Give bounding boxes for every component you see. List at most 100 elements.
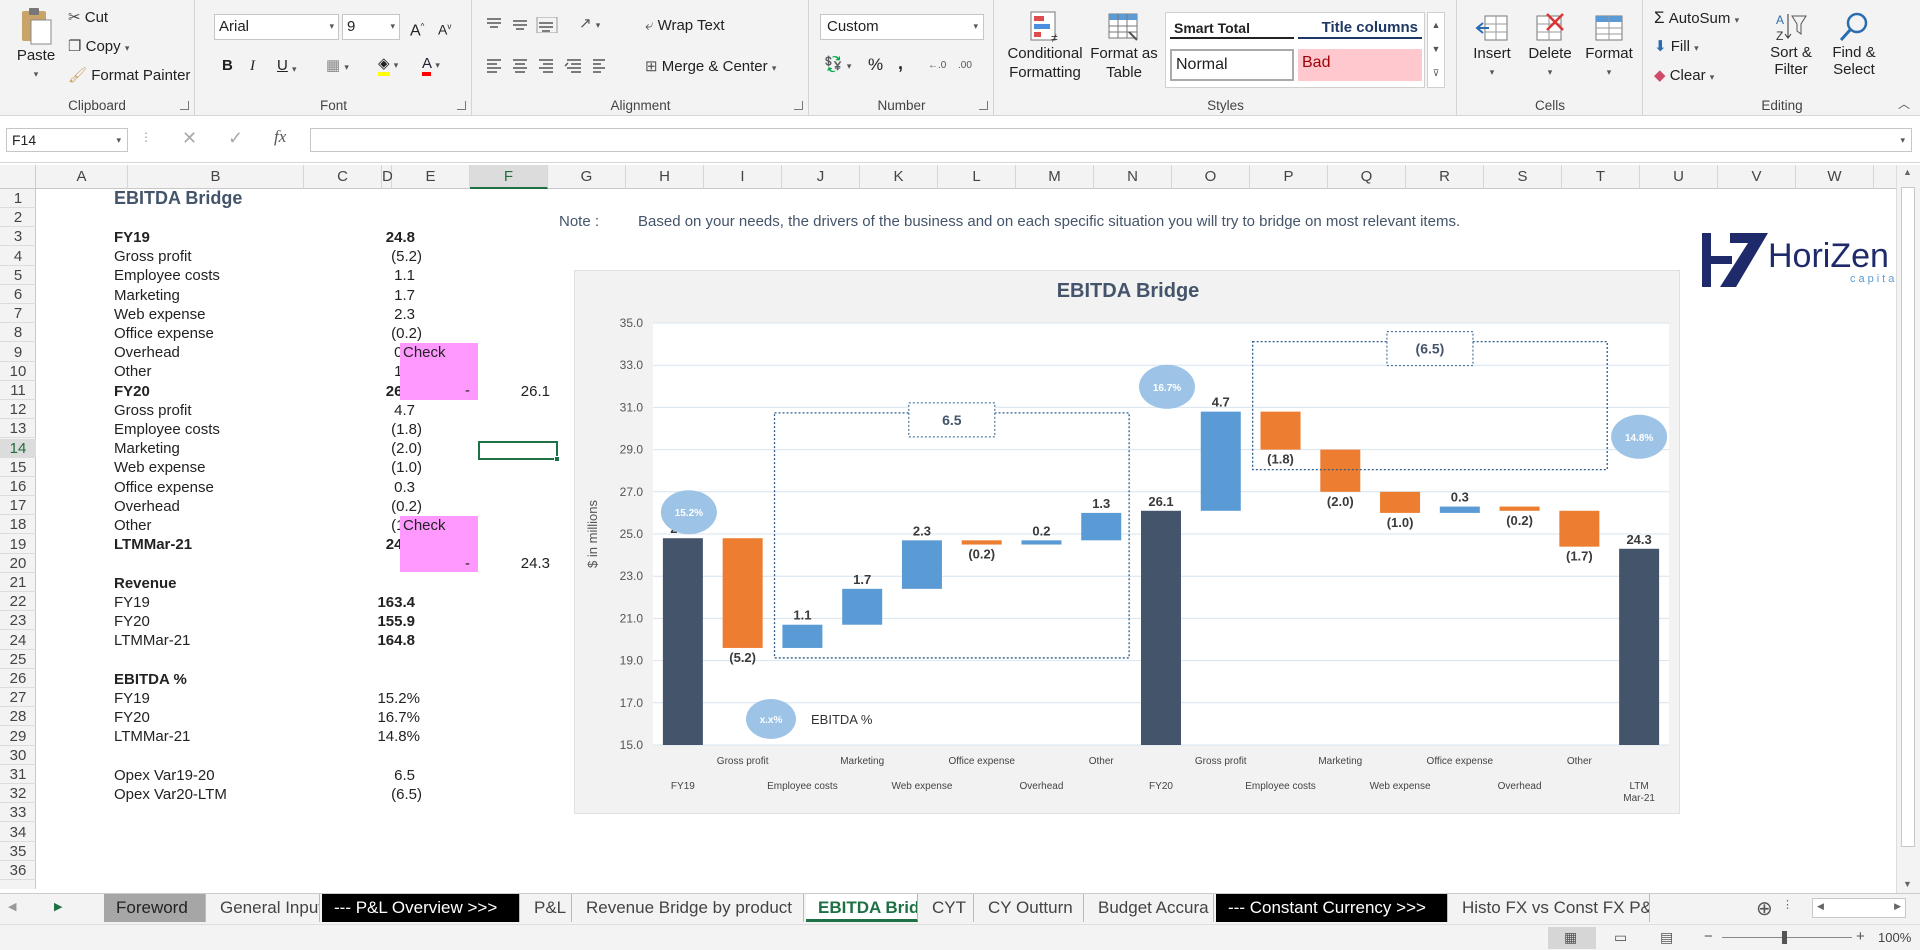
row-value[interactable]: 0.3	[336, 478, 415, 497]
row-label[interactable]: FY19	[114, 228, 150, 247]
row-label[interactable]: Employee costs	[114, 266, 220, 285]
row-header-34[interactable]: 34	[0, 823, 36, 842]
sheet-tab[interactable]: EBITDA Bridge	[806, 894, 918, 922]
row-header-27[interactable]: 27	[0, 688, 36, 708]
column-header-k[interactable]: K	[860, 165, 938, 189]
column-header-u[interactable]: U	[1640, 165, 1718, 189]
row-header-28[interactable]: 28	[0, 707, 36, 727]
find-select-button[interactable]: Find & Select	[1822, 10, 1886, 78]
row-header-12[interactable]: 12	[0, 400, 36, 420]
column-header-l[interactable]: L	[938, 165, 1016, 189]
row-value[interactable]: 15.2%	[336, 689, 420, 708]
sheet-tab[interactable]: Revenue Bridge by product	[574, 894, 804, 922]
vertical-scrollbar[interactable]: ▲ ▼	[1896, 165, 1920, 893]
scroll-up-icon[interactable]: ▲	[1903, 167, 1912, 177]
increase-font-button[interactable]: A^	[410, 18, 424, 40]
sheet-tab[interactable]: CY Outturn	[976, 894, 1084, 922]
format-as-table-button[interactable]: Format as Table	[1089, 10, 1159, 82]
fill-handle[interactable]	[554, 456, 560, 462]
row-label[interactable]: Opex Var20-LTM	[114, 785, 227, 804]
format-cells-button[interactable]: Format ▾	[1580, 10, 1638, 82]
sheet-tab[interactable]: --- Constant Currency >>>	[1216, 894, 1448, 922]
row-value[interactable]: 1.1	[336, 266, 415, 285]
row-header-8[interactable]: 8	[0, 323, 36, 343]
percent-button[interactable]: %	[868, 56, 883, 74]
row-header-16[interactable]: 16	[0, 477, 36, 496]
column-header-t[interactable]: T	[1562, 165, 1640, 189]
check-value[interactable]: 26.1	[478, 382, 550, 401]
column-header-o[interactable]: O	[1172, 165, 1250, 189]
row-value[interactable]: 24.8	[336, 228, 415, 247]
merge-center-button[interactable]: ⊞ Merge & Center ▾	[645, 58, 776, 77]
sheet-tab[interactable]: Foreword	[104, 894, 206, 922]
row-header-21[interactable]: 21	[0, 573, 36, 592]
zoom-slider-thumb[interactable]	[1782, 931, 1787, 944]
orientation-icon[interactable]: ↗ ▾	[579, 15, 600, 34]
row-header-23[interactable]: 23	[0, 611, 36, 631]
row-header-30[interactable]: 30	[0, 746, 36, 765]
row-value[interactable]: 164.8	[336, 631, 415, 650]
zoom-out-icon[interactable]: −	[1704, 928, 1713, 945]
column-header-e[interactable]: E	[392, 165, 470, 189]
number-format-select[interactable]: Custom ▾	[820, 14, 984, 40]
row-value[interactable]: 155.9	[336, 612, 415, 631]
row-label[interactable]: Overhead	[114, 343, 180, 362]
row-header-10[interactable]: 10	[0, 362, 36, 381]
check-cell[interactable]: Check -	[400, 343, 478, 400]
row-header-9[interactable]: 9	[0, 343, 36, 362]
row-header-20[interactable]: 20	[0, 554, 36, 573]
tab-scroll-left-icon[interactable]: ◀	[8, 900, 16, 913]
row-header-22[interactable]: 22	[0, 592, 36, 612]
row-value[interactable]: (0.2)	[336, 497, 422, 516]
column-header-h[interactable]: H	[626, 165, 704, 189]
dialog-launcher-icon[interactable]	[794, 101, 803, 110]
insert-button[interactable]: Insert ▾	[1464, 10, 1520, 82]
chevron-down-icon[interactable]: ▾	[292, 59, 297, 78]
row-header-1[interactable]: 1	[0, 189, 36, 208]
font-color-icon[interactable]: A ▾	[422, 55, 440, 76]
dialog-launcher-icon[interactable]	[457, 101, 466, 110]
tab-scroll-right-icon[interactable]: ▶	[54, 900, 62, 913]
check-cell[interactable]: Check -	[400, 515, 478, 573]
row-label[interactable]: Overhead	[114, 497, 180, 516]
horizontal-scrollbar[interactable]: ◀ ▶	[1812, 898, 1906, 918]
fill-button[interactable]: ⬇ Fill ▾	[1654, 38, 1699, 57]
styles-gallery-scroll[interactable]: ▲ ▼ ⊽	[1427, 12, 1445, 88]
decrease-font-button[interactable]: Av	[438, 18, 451, 39]
row-header-24[interactable]: 24	[0, 631, 36, 650]
column-header-g[interactable]: G	[548, 165, 626, 189]
style-bad[interactable]: Bad	[1298, 49, 1422, 81]
row-value[interactable]: (1.8)	[336, 420, 422, 439]
row-value[interactable]: 163.4	[336, 593, 415, 612]
increase-decimal-icon[interactable]: ←.0	[928, 57, 946, 75]
row-label[interactable]: Opex Var19-20	[114, 766, 215, 785]
currency-icon[interactable]: 💱 ▾	[824, 56, 851, 75]
row-header-4[interactable]: 4	[0, 247, 36, 266]
row-header-31[interactable]: 31	[0, 765, 36, 784]
format-painter-button[interactable]: 🖌 Format Painter	[68, 67, 190, 85]
row-header-33[interactable]: 33	[0, 803, 36, 823]
style-smart-total[interactable]: Smart Total	[1170, 17, 1294, 39]
row-value[interactable]: (5.2)	[336, 247, 422, 266]
row-header-25[interactable]: 25	[0, 650, 36, 669]
row-label[interactable]: Web expense	[114, 458, 205, 477]
clear-button[interactable]: ◆ Clear ▾	[1654, 67, 1714, 86]
column-header-q[interactable]: Q	[1328, 165, 1406, 189]
row-value[interactable]: 16.7%	[336, 708, 420, 727]
borders-icon[interactable]: ▦ ▾	[326, 57, 349, 76]
column-header-p[interactable]: P	[1250, 165, 1328, 189]
row-label[interactable]: EBITDA %	[114, 670, 187, 689]
row-label[interactable]: Gross profit	[114, 401, 192, 420]
row-header-29[interactable]: 29	[0, 727, 36, 746]
font-size-select[interactable]: 9 ▾	[342, 14, 400, 40]
decrease-decimal-icon[interactable]: .00	[958, 57, 972, 75]
ebitda-bridge-chart[interactable]: EBITDA Bridge 15.0 17.0 19.0 21.0 23.0 25.0 27.…	[574, 270, 1680, 814]
row-label[interactable]: Gross profit	[114, 247, 192, 266]
italic-button[interactable]: I	[250, 57, 255, 75]
enter-check-icon[interactable]: ✓	[228, 128, 243, 149]
zoom-slider[interactable]	[1722, 937, 1852, 938]
row-header-5[interactable]: 5	[0, 266, 36, 285]
column-header-w[interactable]: W	[1796, 165, 1874, 189]
paste-button[interactable]: Paste ▾	[10, 6, 62, 84]
row-label[interactable]: LTMMar-21	[114, 727, 190, 746]
